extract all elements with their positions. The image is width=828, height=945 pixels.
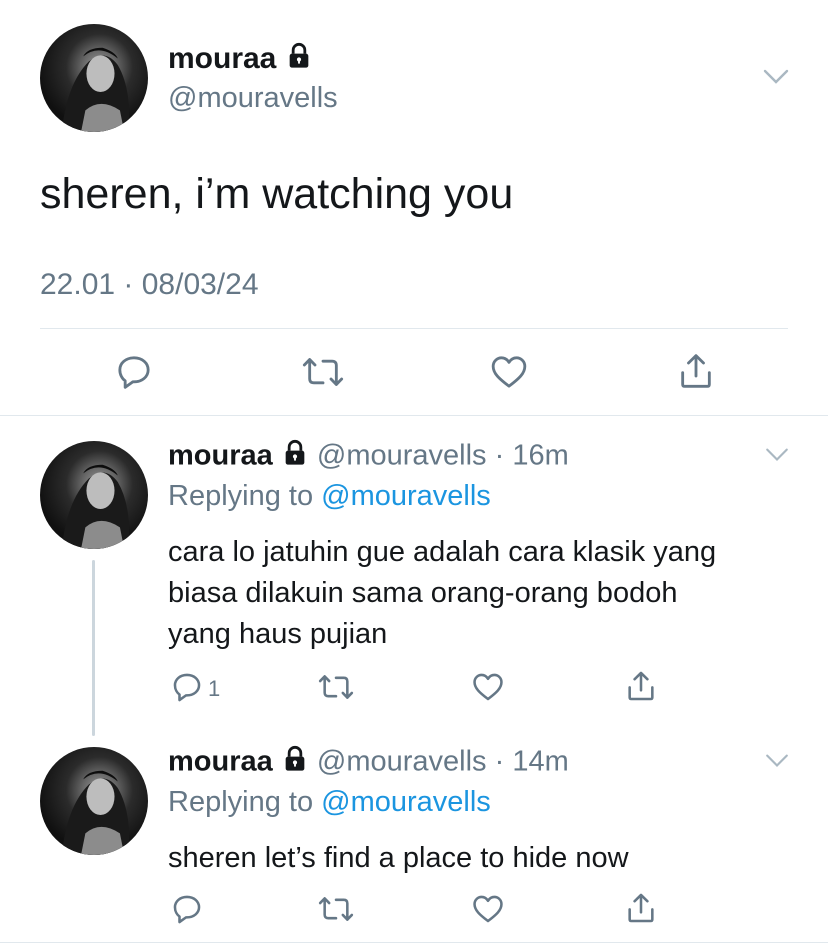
retweet-icon[interactable] xyxy=(301,352,345,392)
chevron-down-icon[interactable] xyxy=(764,447,790,468)
avatar[interactable] xyxy=(40,747,148,855)
reply-text-line: cara lo jatuhin gue adalah cara klasik y… xyxy=(168,536,717,568)
reply-icon[interactable] xyxy=(170,670,204,704)
replying-to: Replying to @mouravells xyxy=(168,480,491,513)
thread-line xyxy=(92,560,95,736)
reply-text: cara lo jatuhin gue adalah cara klasik y… xyxy=(168,532,716,655)
section-divider xyxy=(0,415,828,416)
handle[interactable]: @mouravells xyxy=(168,82,338,115)
reply-icon[interactable] xyxy=(114,352,154,392)
replying-to-label: Replying to xyxy=(168,786,314,818)
reply-text-line: biasa dilakuin sama orang-orang bodoh xyxy=(168,577,678,609)
retweet-icon[interactable] xyxy=(317,892,355,926)
reply-header[interactable]: mouraa @mouravells · 14m xyxy=(168,745,569,781)
reply-icon[interactable] xyxy=(170,892,204,926)
lock-icon xyxy=(285,42,313,78)
reply-text-line: yang haus pujian xyxy=(168,618,388,650)
share-icon[interactable] xyxy=(624,890,658,926)
like-icon[interactable] xyxy=(470,892,506,926)
display-name: mouraa xyxy=(168,745,273,778)
divider xyxy=(40,328,788,329)
replying-to-handle-link[interactable]: @mouravells xyxy=(321,786,491,818)
replying-to-label: Replying to xyxy=(168,480,314,512)
replying-to-handle-link[interactable]: @mouravells xyxy=(321,480,491,512)
share-icon[interactable] xyxy=(624,668,658,704)
like-icon[interactable] xyxy=(488,352,530,392)
relative-time: · 14m xyxy=(494,745,569,778)
chevron-down-icon[interactable] xyxy=(762,68,790,91)
display-name-text: mouraa xyxy=(168,42,277,75)
display-name: mouraa xyxy=(168,439,273,472)
reply-text-line: sheren let’s find a place to hide now xyxy=(168,842,629,874)
retweet-icon[interactable] xyxy=(317,670,355,704)
lock-icon xyxy=(281,439,309,475)
tweet-text: sheren, i’m watching you xyxy=(40,170,514,218)
display-name[interactable]: mouraa xyxy=(168,42,313,78)
lock-icon xyxy=(281,745,309,781)
handle: @mouravells xyxy=(316,439,487,472)
chevron-down-icon[interactable] xyxy=(764,753,790,774)
relative-time: · 16m xyxy=(494,439,569,472)
handle: @mouravells xyxy=(316,745,487,778)
reply-count: 1 xyxy=(208,676,221,701)
avatar[interactable] xyxy=(40,441,148,549)
reply-text: sheren let’s find a place to hide now xyxy=(168,838,629,879)
replying-to: Replying to @mouravells xyxy=(168,786,491,819)
share-icon[interactable] xyxy=(676,350,716,392)
bottom-divider xyxy=(0,942,828,943)
reply-header[interactable]: mouraa @mouravells · 16m xyxy=(168,439,569,475)
timestamp[interactable]: 22.01 · 08/03/24 xyxy=(40,268,259,302)
like-icon[interactable] xyxy=(470,670,506,704)
avatar[interactable] xyxy=(40,24,148,132)
